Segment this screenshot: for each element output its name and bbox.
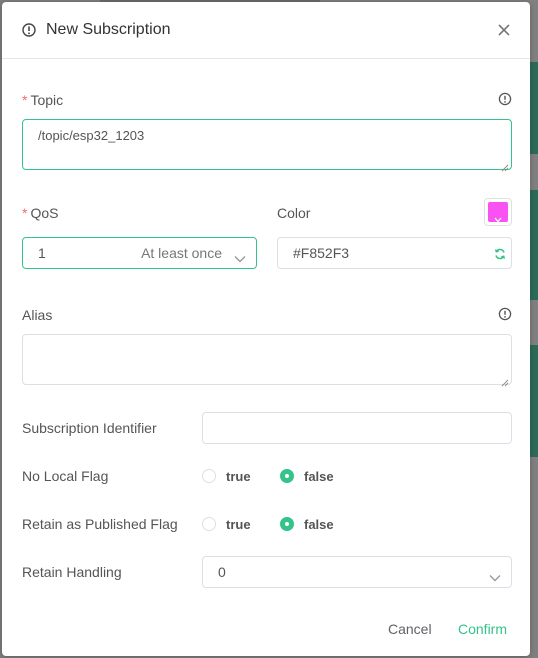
- topic-input[interactable]: /topic/esp32_1203: [22, 119, 512, 170]
- retain-as-published-flag-label: Retain as Published Flag: [22, 516, 178, 532]
- background-message-bubble: [530, 345, 538, 457]
- qos-select[interactable]: 1 At least once: [22, 237, 257, 269]
- subscription-identifier-input[interactable]: [202, 412, 512, 444]
- color-label: Color: [277, 205, 311, 221]
- info-circle-icon[interactable]: [498, 307, 512, 321]
- dialog-title: New Subscription: [46, 21, 171, 38]
- info-circle-icon: [21, 22, 37, 38]
- refresh-icon[interactable]: [494, 247, 506, 260]
- topic-label-text: Topic: [30, 92, 64, 108]
- retain-as-published-true-label[interactable]: true: [226, 517, 251, 532]
- chevron-down-icon: [489, 569, 501, 582]
- color-picker-button[interactable]: [484, 198, 512, 226]
- color-value: #F852F3: [293, 245, 350, 261]
- background-message-bubble: [530, 62, 538, 154]
- retain-handling-value: 0: [218, 564, 226, 580]
- topic-label: * Topic: [22, 92, 63, 108]
- background-message-bubble: [530, 190, 538, 300]
- no-local-flag-false-radio[interactable]: [280, 469, 294, 483]
- color-swatch: [488, 202, 508, 223]
- color-input[interactable]: #F852F3: [277, 237, 512, 269]
- cancel-button[interactable]: Cancel: [388, 621, 432, 637]
- subscription-identifier-label: Subscription Identifier: [22, 420, 157, 436]
- qos-label-text: QoS: [30, 205, 59, 221]
- new-subscription-dialog: New Subscription * Topic /topic/esp32_120…: [2, 2, 530, 656]
- required-mark: *: [22, 92, 28, 108]
- retain-handling-label: Retain Handling: [22, 564, 122, 580]
- retain-as-published-false-radio[interactable]: [280, 517, 294, 531]
- no-local-flag-false-label[interactable]: false: [304, 469, 334, 484]
- info-circle-icon[interactable]: [498, 92, 512, 106]
- required-mark: *: [22, 205, 28, 221]
- no-local-flag-true-radio[interactable]: [202, 469, 216, 483]
- resize-grip-icon[interactable]: [501, 159, 509, 172]
- qos-label: * QoS: [22, 205, 58, 221]
- dialog-header: New Subscription: [2, 2, 530, 59]
- chevron-down-icon: [494, 210, 502, 223]
- retain-as-published-false-label[interactable]: false: [304, 517, 334, 532]
- retain-handling-select[interactable]: 0: [202, 556, 512, 588]
- chevron-down-icon: [234, 250, 246, 263]
- alias-input[interactable]: [22, 334, 512, 385]
- qos-description: At least once: [141, 245, 222, 261]
- close-icon[interactable]: [496, 22, 512, 38]
- resize-grip-icon[interactable]: [501, 374, 509, 387]
- retain-as-published-true-radio[interactable]: [202, 517, 216, 531]
- alias-label: Alias: [22, 307, 53, 323]
- no-local-flag-true-label[interactable]: true: [226, 469, 251, 484]
- qos-value: 1: [38, 245, 46, 261]
- no-local-flag-label: No Local Flag: [22, 468, 109, 484]
- confirm-button[interactable]: Confirm: [458, 621, 507, 637]
